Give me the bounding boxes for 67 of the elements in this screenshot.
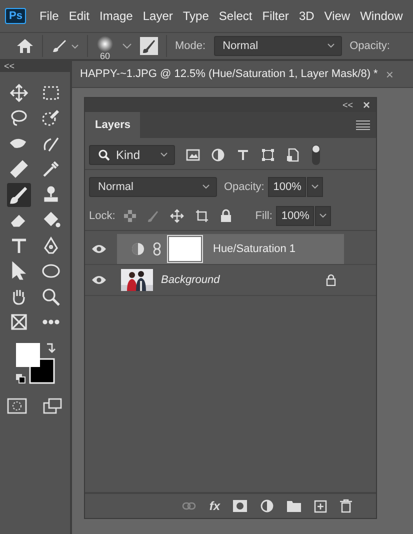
lock-position-icon[interactable] xyxy=(170,208,184,222)
lock-label: Lock: xyxy=(89,210,116,222)
collapse-button[interactable]: << xyxy=(342,100,353,110)
layer-row[interactable]: Hue/Saturation 1 xyxy=(117,234,344,264)
opacity-label: Opacity: xyxy=(224,180,264,192)
opacity-field[interactable]: 100% xyxy=(268,176,306,196)
layers-tab[interactable]: Layers xyxy=(85,112,140,138)
folder-icon[interactable] xyxy=(287,500,301,512)
home-icon[interactable] xyxy=(16,38,34,54)
adjustment-filter-icon[interactable] xyxy=(211,148,225,162)
delete-icon[interactable] xyxy=(340,499,352,513)
app-logo[interactable]: Ps xyxy=(5,8,26,24)
shape-filter-icon[interactable] xyxy=(261,148,275,162)
filter-toggle-icon[interactable] xyxy=(311,144,321,166)
smart-object-filter-icon[interactable] xyxy=(286,148,300,162)
blend-mode-dropdown[interactable]: Normal xyxy=(89,176,217,196)
adjustment-layer-icon xyxy=(131,242,145,256)
fill-label: Fill: xyxy=(255,210,272,222)
layer-name: Hue/Saturation 1 xyxy=(213,243,296,255)
mode-label: Mode: xyxy=(175,40,206,52)
caret-icon xyxy=(311,184,320,190)
opacity-dropdown[interactable] xyxy=(307,176,324,196)
quick-mask-icon[interactable] xyxy=(7,396,27,415)
fill-dropdown[interactable] xyxy=(315,206,332,226)
type-filter-icon[interactable] xyxy=(236,148,250,162)
panel-menu-icon[interactable] xyxy=(356,120,370,130)
soft-brush-icon[interactable] xyxy=(96,36,114,52)
layer-name: Background xyxy=(161,274,220,286)
menu-item[interactable]: View xyxy=(319,9,356,23)
caret-icon xyxy=(319,212,328,218)
visibility-eye-icon[interactable] xyxy=(91,244,107,254)
menu-item[interactable]: Window xyxy=(355,9,408,23)
adjustment-layer-icon[interactable] xyxy=(260,499,274,513)
menu-item[interactable]: Filter xyxy=(257,9,294,23)
mode-dropdown[interactable]: Normal xyxy=(214,36,342,56)
menu-item[interactable]: Select xyxy=(214,9,258,23)
new-layer-icon[interactable] xyxy=(314,500,327,512)
menu-item[interactable]: Layer xyxy=(138,9,178,23)
menu-item[interactable]: File xyxy=(34,9,64,23)
screen-mode-icon[interactable] xyxy=(43,396,63,415)
caret-icon xyxy=(160,152,168,158)
search-icon xyxy=(98,148,110,160)
brush-tool-icon[interactable] xyxy=(7,182,31,207)
layer-mask-thumbnail[interactable] xyxy=(169,237,201,261)
layer-style-button[interactable]: fx xyxy=(209,499,220,513)
filter-kind-dropdown[interactable]: Kind xyxy=(89,144,175,164)
brush-size: 60 xyxy=(100,52,110,60)
link-icon[interactable] xyxy=(153,242,161,256)
close-button[interactable]: × xyxy=(362,100,370,110)
brush-settings-icon[interactable] xyxy=(140,37,158,55)
caret-icon[interactable] xyxy=(122,42,132,50)
image-filter-icon[interactable] xyxy=(186,148,200,160)
visibility-eye-icon[interactable] xyxy=(91,275,107,285)
brush-dropdown-icon[interactable] xyxy=(51,38,79,54)
caret-icon xyxy=(202,184,210,190)
lock-all-icon[interactable] xyxy=(220,208,232,222)
lock-artboard-icon[interactable] xyxy=(195,208,210,222)
menu-item[interactable]: Image xyxy=(94,9,138,23)
fill-field[interactable]: 100% xyxy=(276,206,314,226)
menu-item[interactable]: 3D xyxy=(294,9,320,23)
opacity-label: Opacity: xyxy=(350,40,390,52)
add-mask-icon[interactable] xyxy=(233,500,247,512)
menu-item[interactable]: Edit xyxy=(64,9,94,23)
menu-item[interactable]: Type xyxy=(178,9,214,23)
caret-icon xyxy=(326,43,335,49)
layer-row[interactable]: Background xyxy=(117,265,344,295)
collapse-button[interactable]: << xyxy=(4,62,15,71)
